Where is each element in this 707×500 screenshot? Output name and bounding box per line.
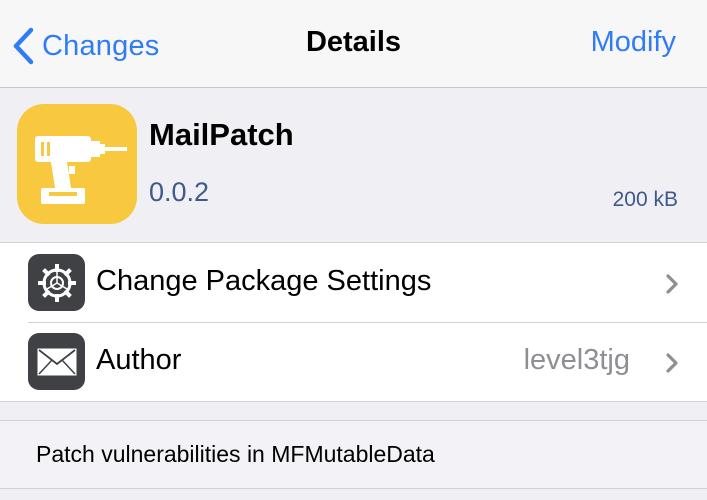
author-row[interactable]: Author level3tjg	[0, 322, 707, 401]
mail-icon	[28, 333, 85, 390]
author-label: Author	[96, 344, 182, 376]
package-header: MailPatch 0.0.2 200 kB	[0, 89, 707, 242]
chevron-right-icon	[665, 273, 679, 300]
back-button[interactable]: Changes	[12, 22, 160, 70]
author-value: level3tjg	[523, 344, 630, 376]
chevron-left-icon	[12, 27, 34, 65]
package-version: 0.0.2	[149, 177, 210, 207]
description-text: Patch vulnerabilities in MFMutableData	[36, 441, 435, 467]
drill-icon	[17, 104, 137, 224]
modify-button[interactable]: Modify	[591, 26, 676, 59]
details-screen: Changes Details Modify MailPatch 0.0.2 2…	[0, 0, 707, 500]
package-size: 200 kB	[612, 188, 678, 211]
back-button-label: Changes	[42, 29, 160, 62]
change-package-settings-row[interactable]: Change Package Settings	[0, 243, 707, 322]
package-description: Patch vulnerabilities in MFMutableData	[0, 420, 707, 489]
package-actions-list: Change Package Settings Author level3tjg	[0, 242, 707, 402]
gear-icon	[28, 254, 85, 311]
chevron-right-icon	[665, 352, 679, 379]
package-name: MailPatch	[149, 117, 294, 152]
change-package-settings-label: Change Package Settings	[96, 265, 432, 297]
navigation-bar: Changes Details Modify	[0, 0, 707, 88]
